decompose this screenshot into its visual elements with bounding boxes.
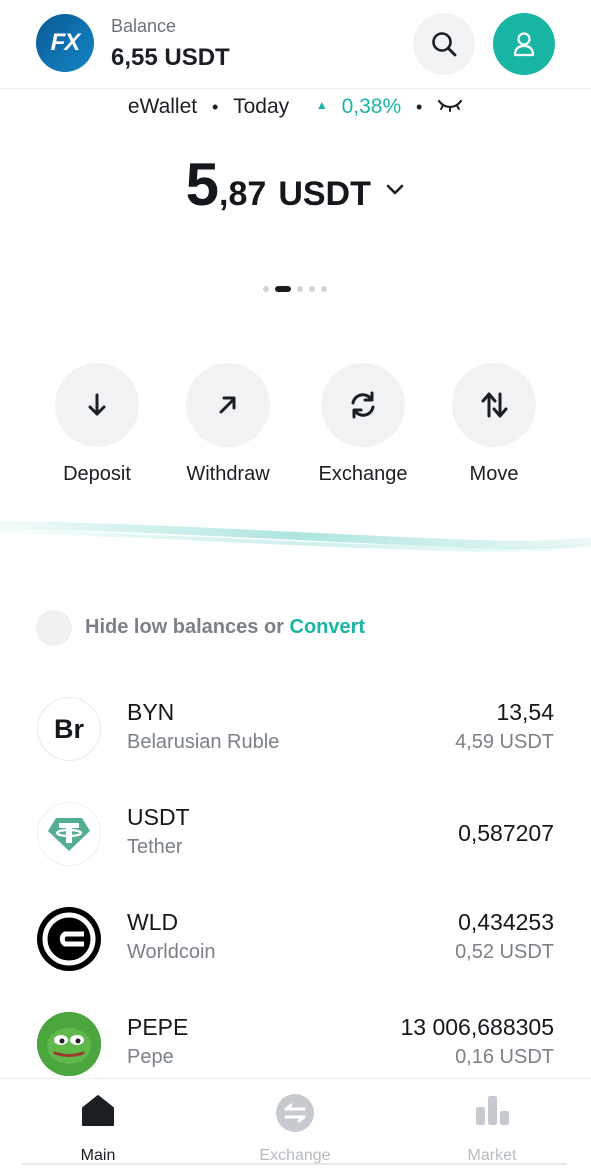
asset-name: Belarusian Ruble [127,731,280,753]
logo-text: FX [50,29,81,56]
page-dot [297,286,303,292]
swap-vertical-icon [481,392,508,418]
home-indicator [22,1163,567,1165]
withdraw-icon-circle[interactable] [186,363,270,447]
byn-icon-text: Br [53,714,84,744]
amount-fraction: ,87 [219,175,267,213]
period-label[interactable]: Today [233,95,289,119]
move-label: Move [469,463,519,485]
trend-up-icon: ▲ [315,98,328,113]
change-percent: 0,38% [341,95,402,119]
asset-symbol: BYN [127,699,175,725]
decorative-wave [0,521,591,552]
separator-dot: • [211,96,219,117]
user-icon [513,32,535,57]
convert-link[interactable]: Convert [290,616,366,638]
arrow-up-right-icon [219,396,236,414]
asset-amount: 0,587207 [458,820,554,846]
exchange-icon-circle[interactable] [321,363,405,447]
pepe-icon [37,1012,101,1076]
refresh-icon [351,391,375,419]
exchange-label: Exchange [318,463,408,485]
asset-name: Pepe [127,1046,174,1068]
balance-value: 6,55 USDT [111,44,230,71]
hide-low-balances-toggle[interactable] [36,610,72,646]
asset-row-wld[interactable]: WLD Worldcoin 0,434253 0,52 USDT [0,907,591,977]
asset-row-usdt[interactable]: USDT Tether 0,587207 [0,802,591,872]
asset-row-pepe[interactable]: PEPE Pepe 13 006,688305 0,16 USDT [0,1012,591,1082]
wallet-amount[interactable]: 5,87 USDT [0,150,591,219]
wallet-name[interactable]: eWallet [128,95,197,119]
page-dot [263,286,269,292]
wallet-subline: eWallet • Today ▲ 0,38% • [0,95,591,125]
hide-balance-toggle[interactable] [437,95,463,119]
hide-low-balances-text: Hide low balances or Convert [85,616,365,639]
exchange-button[interactable]: Exchange [308,363,418,486]
move-button[interactable]: Move [439,363,549,486]
asset-symbol: USDT [127,804,190,830]
eye-closed-icon [438,100,463,113]
top-bar: FX Balance 6,55 USDT [0,0,591,89]
asset-row-byn[interactable]: Br BYN Belarusian Ruble 13,54 4,59 USDT [0,697,591,767]
bottom-navigation: Main Exchange Market [0,1078,591,1170]
asset-amount: 13 006,688305 [400,1014,555,1040]
asset-fiat-value: 4,59 USDT [455,731,554,753]
withdraw-button[interactable]: Withdraw [173,363,283,486]
asset-symbol: PEPE [127,1014,189,1040]
hide-low-balances-label: Hide low balances or [85,616,284,638]
withdraw-label: Withdraw [186,463,270,485]
balance-label: Balance [111,16,177,36]
home-icon [82,1095,114,1126]
asset-name: Worldcoin [127,941,216,963]
page-dot [321,286,327,292]
search-button[interactable] [413,13,475,75]
asset-amount: 0,434253 [458,909,554,935]
byn-icon: Br [37,697,101,761]
amount-currency: USDT [278,175,371,213]
deposit-icon-circle[interactable] [55,363,139,447]
page-dot-active [275,286,291,292]
tether-icon [37,802,101,866]
nav-market[interactable]: Market [422,1091,562,1165]
arrow-down-icon [88,393,106,416]
deposit-label: Deposit [63,463,131,485]
search-icon [432,32,457,57]
asset-amount: 13,54 [496,699,554,725]
asset-fiat-value: 0,16 USDT [455,1046,554,1068]
exchange-icon [276,1094,314,1132]
profile-button[interactable] [493,13,555,75]
asset-name: Tether [127,836,183,858]
asset-fiat-value: 0,52 USDT [455,941,554,963]
amount-integer: 5 [185,151,220,218]
worldcoin-icon [37,907,101,971]
page-dot [309,286,315,292]
fx-logo[interactable]: FX [36,14,94,72]
asset-symbol: WLD [127,909,179,935]
separator-dot: • [415,96,423,117]
deposit-button[interactable]: Deposit [42,363,152,486]
bar-chart-icon [476,1096,509,1125]
nav-exchange[interactable]: Exchange [225,1091,365,1165]
nav-main[interactable]: Main [28,1091,168,1165]
move-icon-circle[interactable] [452,363,536,447]
chevron-down-icon[interactable] [385,183,405,202]
